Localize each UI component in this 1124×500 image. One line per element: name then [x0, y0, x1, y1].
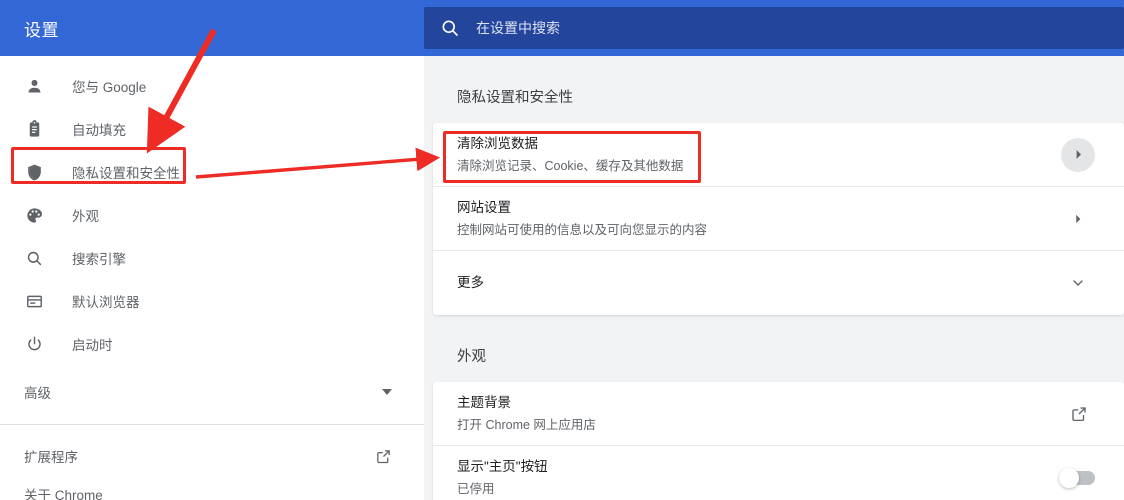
chevron-down-icon[interactable]: [1069, 274, 1087, 292]
section-title-privacy: 隐私设置和安全性: [457, 90, 573, 106]
row-end-control[interactable]: [1058, 468, 1098, 488]
sidebar-item-label: 默认浏览器: [72, 295, 140, 310]
chevron-down-icon: [382, 389, 392, 395]
sidebar-divider: [0, 424, 424, 425]
sidebar-nav: 您与 Google 自动填充 隐私设置和安全性 外观 搜索引擎 默认浏览器 启动…: [0, 56, 424, 500]
row-site-settings[interactable]: 网站设置 控制网站可使用的信息以及可向您显示的内容: [433, 187, 1124, 251]
settings-content: 隐私设置和安全性 清除浏览数据 清除浏览记录、Cookie、缓存及其他数据 网站…: [424, 56, 1124, 500]
sidebar-item-label: 隐私设置和安全性: [72, 166, 180, 181]
row-end-control[interactable]: [1058, 137, 1098, 172]
page-title: 设置: [24, 20, 59, 40]
browser-window-icon: [24, 291, 44, 311]
sidebar-item-extensions[interactable]: 扩展程序: [0, 437, 424, 475]
row-end-control[interactable]: [1058, 210, 1098, 228]
row-subtitle: 已停用: [457, 482, 495, 496]
external-link-icon[interactable]: [1070, 405, 1087, 422]
sidebar-item-on-startup[interactable]: 启动时: [0, 324, 424, 364]
toggle-knob: [1059, 468, 1079, 488]
sidebar-item-label: 外观: [72, 209, 99, 224]
sidebar-item-label: 关于 Chrome: [24, 488, 103, 500]
row-subtitle: 打开 Chrome 网上应用店: [457, 417, 596, 432]
sidebar-item-label: 搜索引擎: [72, 252, 126, 267]
row-title: 更多: [457, 275, 484, 290]
row-title: 显示"主页"按钮: [457, 459, 548, 474]
row-texts: 显示"主页"按钮 已停用: [457, 457, 1058, 499]
sidebar-item-autofill[interactable]: 自动填充: [0, 109, 424, 149]
row-end-control[interactable]: [1058, 274, 1098, 292]
row-title: 网站设置: [457, 199, 511, 215]
row-texts: 清除浏览数据 清除浏览记录、Cookie、缓存及其他数据: [457, 134, 1058, 176]
person-icon: [24, 76, 44, 96]
chevron-right-icon[interactable]: [1069, 210, 1087, 228]
row-texts: 网站设置 控制网站可使用的信息以及可向您显示的内容: [457, 198, 1058, 240]
settings-search-box[interactable]: [424, 7, 1124, 49]
chevron-right-icon[interactable]: [1061, 137, 1095, 172]
power-icon: [24, 334, 44, 354]
row-themes[interactable]: 主题背景 打开 Chrome 网上应用店: [433, 382, 1124, 446]
sidebar-advanced-label: 高级: [24, 386, 51, 401]
body-area: 您与 Google 自动填充 隐私设置和安全性 外观 搜索引擎 默认浏览器 启动…: [0, 56, 1124, 500]
row-subtitle: 清除浏览记录、Cookie、缓存及其他数据: [457, 158, 684, 173]
row-end-control[interactable]: [1058, 405, 1098, 422]
section-title-appearance: 外观: [457, 349, 486, 365]
palette-icon: [24, 205, 44, 225]
sidebar-item-search-engine[interactable]: 搜索引擎: [0, 238, 424, 278]
row-title: 清除浏览数据: [457, 135, 538, 151]
sidebar-item-label: 您与 Google: [72, 80, 147, 95]
sidebar-item-about-chrome[interactable]: 关于 Chrome: [0, 475, 424, 500]
row-subtitle: 控制网站可使用的信息以及可向您显示的内容: [457, 222, 708, 237]
row-clear-browsing-data[interactable]: 清除浏览数据 清除浏览记录、Cookie、缓存及其他数据: [433, 123, 1124, 187]
row-show-home-button[interactable]: 显示"主页"按钮 已停用: [433, 446, 1124, 500]
sidebar-item-label: 自动填充: [72, 123, 126, 138]
sidebar-item-you-and-google[interactable]: 您与 Google: [0, 66, 424, 106]
search-input[interactable]: [476, 7, 1124, 49]
sidebar-item-advanced[interactable]: 高级: [0, 372, 424, 412]
row-texts: 主题背景 打开 Chrome 网上应用店: [457, 393, 1058, 435]
privacy-settings-card: 清除浏览数据 清除浏览记录、Cookie、缓存及其他数据 网站设置 控制网站可使…: [433, 123, 1124, 315]
search-icon: [24, 248, 44, 268]
show-home-button-toggle[interactable]: [1059, 468, 1095, 488]
sidebar-item-default-browser[interactable]: 默认浏览器: [0, 281, 424, 321]
clipboard-icon: [24, 119, 44, 139]
chrome-settings-window: 设置 您与 Google: [0, 0, 1124, 500]
appearance-settings-card: 主题背景 打开 Chrome 网上应用店 显示"主页"按钮 已停用: [433, 382, 1124, 500]
shield-icon: [24, 162, 44, 182]
sidebar-item-appearance[interactable]: 外观: [0, 195, 424, 235]
row-title: 主题背景: [457, 394, 511, 410]
sidebar-item-label: 扩展程序: [24, 450, 78, 465]
sidebar-item-privacy-and-security[interactable]: 隐私设置和安全性: [0, 152, 424, 192]
sidebar-item-label: 启动时: [72, 338, 113, 353]
search-icon: [440, 18, 460, 38]
external-link-icon: [375, 448, 392, 465]
top-header-bar: 设置: [0, 0, 1124, 56]
row-more[interactable]: 更多: [433, 251, 1124, 315]
row-texts: 更多: [457, 273, 1058, 293]
